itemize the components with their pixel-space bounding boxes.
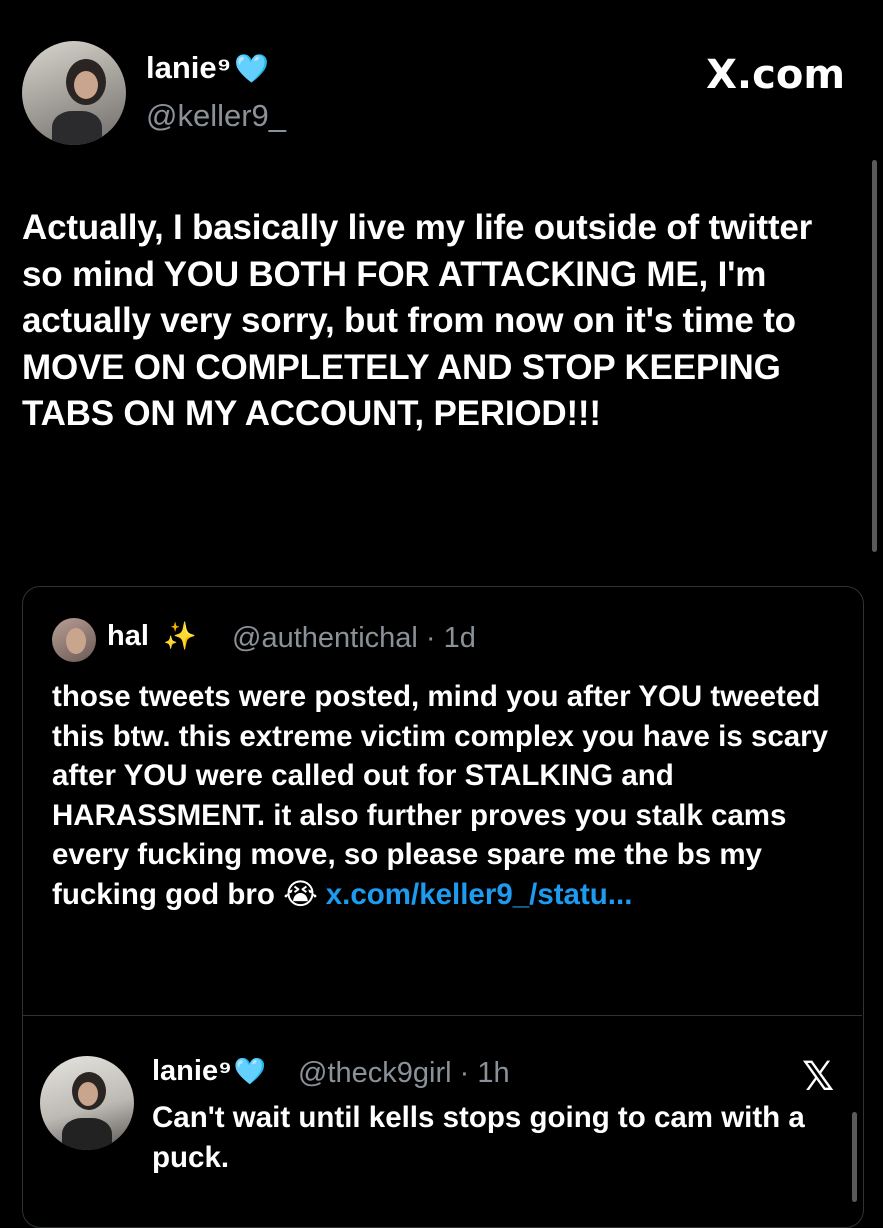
- quoted-display-name[interactable]: hal ✨: [107, 620, 197, 653]
- display-name-text: lanie⁹: [146, 50, 232, 85]
- nested-display-name[interactable]: lanie⁹🩵: [152, 1055, 266, 1088]
- crying-emoji-icon: 😭: [283, 877, 318, 911]
- avatar[interactable]: [22, 41, 126, 145]
- nested-name-text: lanie⁹: [152, 1055, 232, 1087]
- quoted-post-text: those tweets were posted, mind you after…: [52, 677, 852, 915]
- nested-avatar[interactable]: [40, 1056, 134, 1150]
- user-handle[interactable]: @keller9_: [146, 98, 286, 134]
- nested-post-text: Can't wait until kells stops going to ca…: [152, 1101, 805, 1174]
- scrollbar[interactable]: [872, 160, 877, 552]
- heart-icon: 🩵: [233, 1056, 267, 1086]
- sparkles-icon: ✨: [162, 621, 197, 651]
- x-logo-icon: 𝕏: [802, 1054, 835, 1100]
- quoted-avatar[interactable]: [52, 618, 96, 662]
- divider: [22, 1015, 862, 1016]
- quoted-name-text: hal: [107, 620, 149, 652]
- nested-handle-time[interactable]: @theck9girl · 1h: [298, 1057, 510, 1090]
- display-name[interactable]: lanie⁹ 🩵: [146, 50, 269, 86]
- quoted-text-body: those tweets were posted, mind you after…: [52, 680, 829, 911]
- status-link[interactable]: x.com/keller9_/statu...: [326, 878, 633, 911]
- quoted-handle-time[interactable]: @authentichal · 1d: [232, 622, 476, 655]
- nested-scrollbar[interactable]: [852, 1112, 857, 1202]
- site-label: X.com: [706, 52, 845, 98]
- post-text: Actually, I basically live my life outsi…: [22, 208, 813, 433]
- heart-icon: 🩵: [234, 53, 270, 84]
